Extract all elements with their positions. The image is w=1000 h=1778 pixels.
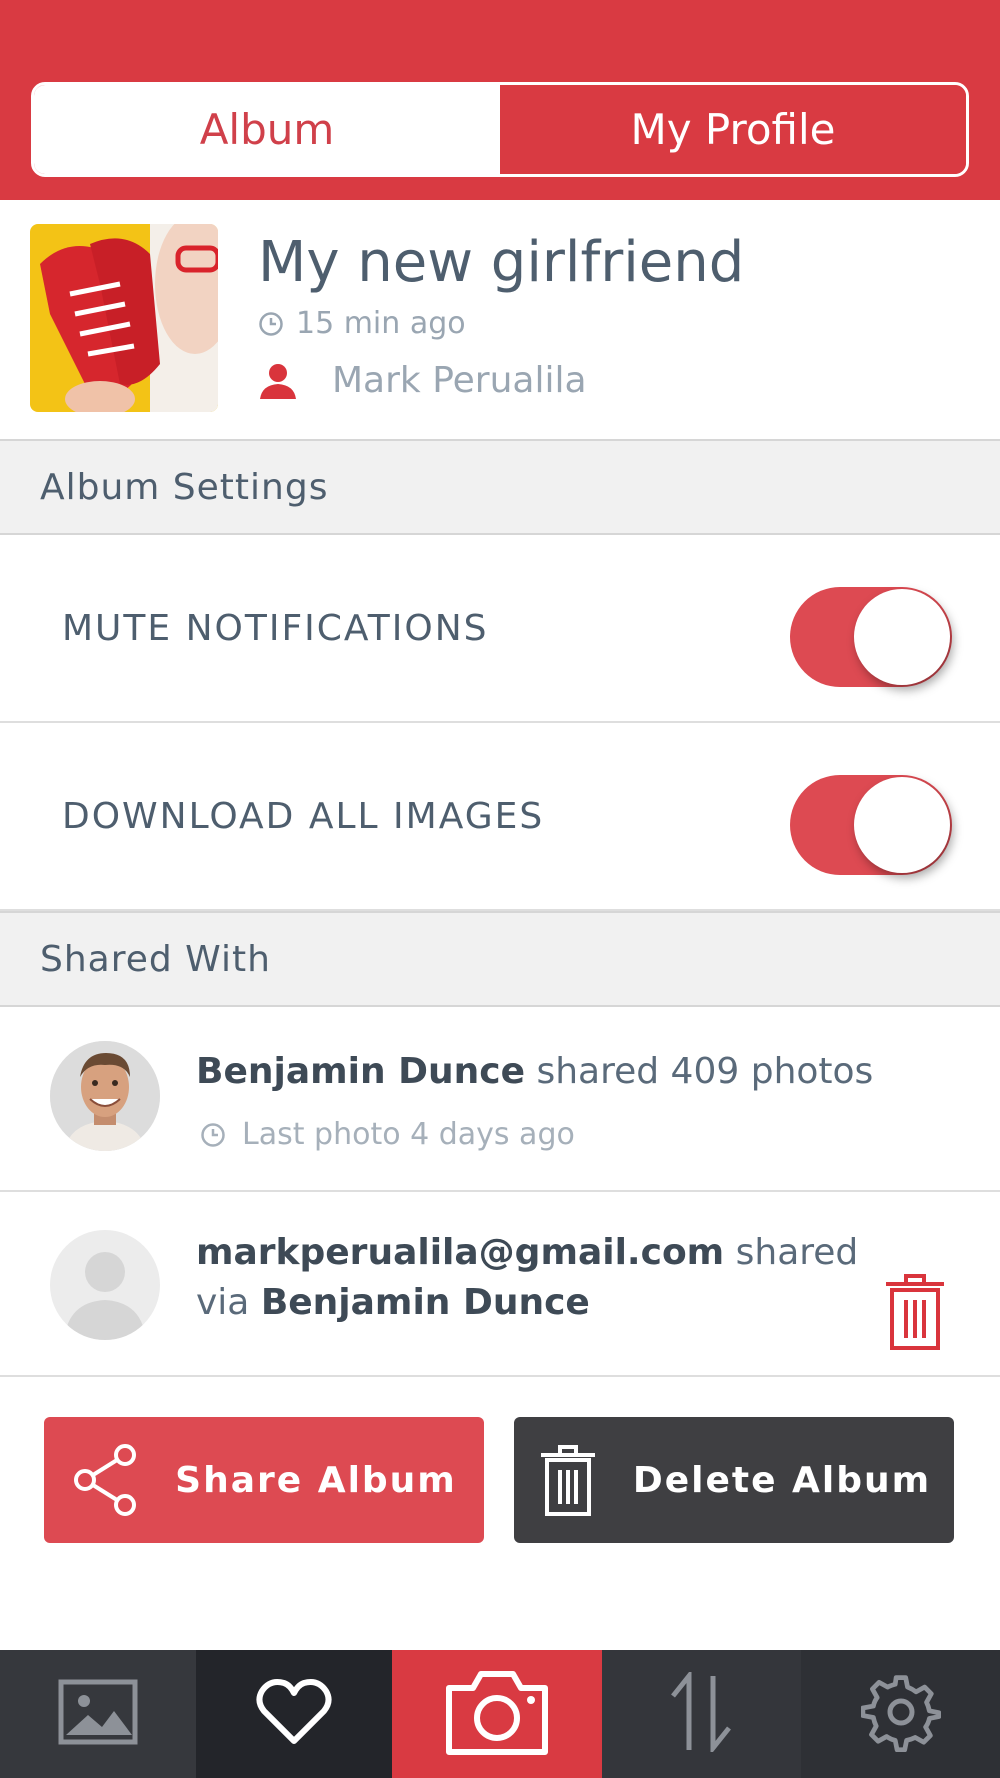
mute-notifications-label: MUTE NOTIFICATIONS: [62, 607, 489, 649]
album-title: My new girlfriend: [258, 230, 745, 295]
section-album-settings: Album Settings: [0, 439, 1000, 535]
album-time-text: 15 min ago: [296, 306, 466, 341]
clock-icon: [200, 1122, 226, 1148]
section-album-settings-label: Album Settings: [40, 466, 329, 508]
nav-camera[interactable]: [392, 1650, 602, 1778]
tab-my-profile[interactable]: My Profile: [500, 85, 966, 174]
tab-album[interactable]: Album: [34, 85, 500, 174]
shared-via-name[interactable]: Benjamin Dunce: [261, 1282, 590, 1323]
shared-user-row[interactable]: Benjamin Dunce shared 409 photos Last ph…: [0, 1007, 1000, 1192]
shared-user-name[interactable]: Benjamin Dunce: [196, 1051, 525, 1092]
section-shared-with-label: Shared With: [40, 938, 271, 980]
album-owner: Mark Perualila: [258, 360, 587, 401]
section-shared-with: Shared With: [0, 911, 1000, 1007]
shared-user-email[interactable]: markperualila@gmail.com: [196, 1232, 724, 1273]
shared-user-last-photo: Last photo 4 days ago: [200, 1117, 575, 1152]
album-cover-image[interactable]: [30, 224, 218, 412]
last-photo-text: Last photo 4 days ago: [242, 1117, 575, 1152]
mute-notifications-toggle[interactable]: [790, 587, 952, 687]
toggle-knob: [854, 589, 950, 685]
user-icon: [258, 361, 298, 401]
nav-settings[interactable]: [801, 1650, 1000, 1778]
app-screen: Album My Profile My new girlfriend 15 mi…: [0, 0, 1000, 1778]
album-info: My new girlfriend 15 min ago Mark Perual…: [0, 200, 1000, 440]
delete-album-label: Delete Album: [632, 1459, 932, 1501]
shared-user-summary: markperualila@gmail.com shared: [196, 1232, 858, 1273]
shared-user-action: shared 409 photos: [525, 1051, 874, 1092]
delete-album-button[interactable]: Delete Album: [514, 1417, 954, 1543]
remove-shared-user-button[interactable]: [880, 1272, 950, 1352]
nav-gallery[interactable]: [0, 1650, 196, 1778]
shared-user-row[interactable]: markperualila@gmail.com shared via Benja…: [0, 1192, 1000, 1377]
gear-icon: [860, 1672, 941, 1756]
nav-favorites[interactable]: [196, 1650, 392, 1778]
gallery-icon: [58, 1679, 138, 1749]
camera-icon: [441, 1664, 553, 1764]
shared-via-line: via Benjamin Dunce: [196, 1282, 590, 1323]
segmented-control: Album My Profile: [31, 82, 969, 177]
share-icon: [71, 1443, 141, 1517]
share-album-button[interactable]: Share Album: [44, 1417, 484, 1543]
setting-mute-notifications: MUTE NOTIFICATIONS: [0, 535, 1000, 723]
trash-icon: [880, 1274, 950, 1356]
album-owner-name[interactable]: Mark Perualila: [332, 360, 587, 401]
nav-sort[interactable]: [602, 1650, 801, 1778]
avatar-placeholder: [50, 1230, 160, 1340]
bottom-nav: [0, 1650, 1000, 1778]
shared-user-action: shared: [724, 1232, 859, 1273]
toggle-knob: [854, 777, 950, 873]
download-all-images-label: DOWNLOAD ALL IMAGES: [62, 795, 545, 837]
shared-user-summary: Benjamin Dunce shared 409 photos: [196, 1051, 873, 1092]
header-bar: Album My Profile: [0, 0, 1000, 200]
clock-icon: [258, 311, 284, 337]
download-all-images-toggle[interactable]: [790, 775, 952, 875]
album-time: 15 min ago: [258, 306, 466, 341]
share-album-label: Share Album: [175, 1459, 457, 1501]
avatar: [50, 1041, 160, 1151]
trash-icon: [537, 1444, 599, 1516]
heart-icon: [254, 1677, 334, 1751]
sort-icon: [667, 1668, 737, 1756]
shared-via-label: via: [196, 1282, 261, 1323]
setting-download-all-images: DOWNLOAD ALL IMAGES: [0, 723, 1000, 911]
